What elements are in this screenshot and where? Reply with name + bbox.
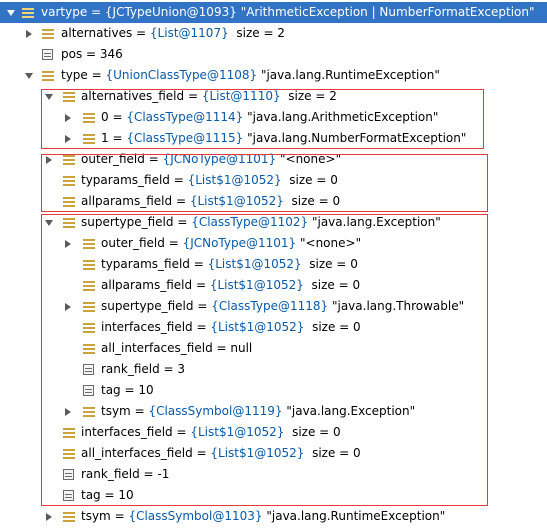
- expand-toggle[interactable]: [46, 513, 52, 521]
- field-icon: [83, 113, 95, 123]
- tree-row-interfaces-field[interactable]: interfaces_field = {List$1@1052} size = …: [0, 422, 547, 443]
- expand-toggle[interactable]: [26, 30, 32, 38]
- tree-row-nested-interfaces-field[interactable]: interfaces_field = {List$1@1052} size = …: [0, 317, 547, 338]
- row-text: interfaces_field = {List$1@1052} size = …: [81, 425, 341, 439]
- field-icon: [42, 71, 54, 81]
- field-icon: [83, 260, 95, 270]
- field-icon: [63, 155, 75, 165]
- expand-toggle[interactable]: [65, 135, 71, 143]
- tree-row-index-1[interactable]: 1 = {ClassType@1115} "java.lang.NumberFo…: [0, 128, 547, 149]
- field-icon: [63, 218, 75, 228]
- tree-row-all-interfaces-field[interactable]: all_interfaces_field = {List$1@1052} siz…: [0, 443, 547, 464]
- row-text: typarams_field = {List$1@1052} size = 0: [101, 257, 358, 271]
- row-text: type = {UnionClassType@1108} "java.lang.…: [61, 68, 440, 82]
- tree-row-nested-rank-field[interactable]: rank_field = 3: [0, 359, 547, 380]
- field-icon: [42, 29, 54, 39]
- expand-toggle[interactable]: [65, 303, 71, 311]
- row-text: rank_field = -1: [81, 467, 170, 481]
- expand-toggle[interactable]: [25, 73, 33, 79]
- expand-toggle[interactable]: [7, 10, 15, 16]
- primitive-icon: [83, 364, 94, 375]
- row-text: tag = 10: [101, 383, 154, 397]
- expand-toggle[interactable]: [65, 114, 71, 122]
- tree-row-typarams-field[interactable]: typarams_field = {List$1@1052} size = 0: [0, 170, 547, 191]
- field-icon: [63, 176, 75, 186]
- tree-row-nested-all-interfaces-field[interactable]: all_interfaces_field = null: [0, 338, 547, 359]
- field-icon: [83, 344, 95, 354]
- expand-toggle[interactable]: [46, 156, 52, 164]
- field-icon: [83, 302, 95, 312]
- expand-toggle[interactable]: [65, 408, 71, 416]
- row-text: all_interfaces_field = null: [101, 341, 253, 355]
- tree-row-rank-field[interactable]: rank_field = -1: [0, 464, 547, 485]
- row-text: alternatives_field = {List@1110} size = …: [81, 89, 337, 103]
- expand-toggle[interactable]: [65, 240, 71, 248]
- tree-row-index-0[interactable]: 0 = {ClassType@1114} "java.lang.Arithmet…: [0, 107, 547, 128]
- tree-row-tag[interactable]: tag = 10: [0, 485, 547, 506]
- row-text: interfaces_field = {List$1@1052} size = …: [101, 320, 361, 334]
- row-text: 0 = {ClassType@1114} "java.lang.Arithmet…: [101, 110, 439, 124]
- tree-row-nested-typarams-field[interactable]: typarams_field = {List$1@1052} size = 0: [0, 254, 547, 275]
- row-text: allparams_field = {List$1@1052} size = 0: [81, 194, 341, 208]
- tree-row-nested-outer-field[interactable]: outer_field = {JCNoType@1101} "<none>": [0, 233, 547, 254]
- field-icon: [63, 92, 75, 102]
- row-text: rank_field = 3: [101, 362, 186, 376]
- tree-row-nested-tsym[interactable]: tsym = {ClassSymbol@1119} "java.lang.Exc…: [0, 401, 547, 422]
- row-text: typarams_field = {List$1@1052} size = 0: [81, 173, 338, 187]
- tree-row-nested-tag[interactable]: tag = 10: [0, 380, 547, 401]
- field-icon: [83, 407, 95, 417]
- primitive-icon: [63, 490, 74, 501]
- field-icon: [63, 512, 75, 522]
- row-text: supertype_field = {ClassType@1118} "java…: [101, 299, 465, 313]
- tree-row-vartype[interactable]: vartype = {JCTypeUnion@1093} "Arithmetic…: [0, 2, 547, 23]
- primitive-icon: [63, 469, 74, 480]
- tree-row-type[interactable]: type = {UnionClassType@1108} "java.lang.…: [0, 65, 547, 86]
- primitive-icon: [83, 385, 94, 396]
- row-text: tsym = {ClassSymbol@1103} "java.lang.Run…: [81, 509, 446, 523]
- field-icon: [83, 239, 95, 249]
- tree-row-outer-field[interactable]: outer_field = {JCNoType@1101} "<none>": [0, 149, 547, 170]
- field-icon: [83, 323, 95, 333]
- field-icon: [63, 197, 75, 207]
- tree-row-nested-supertype-field[interactable]: supertype_field = {ClassType@1118} "java…: [0, 296, 547, 317]
- expand-toggle[interactable]: [45, 94, 53, 100]
- row-text: allparams_field = {List$1@1052} size = 0: [101, 278, 361, 292]
- row-text: all_interfaces_field = {List$1@1052} siz…: [81, 446, 361, 460]
- tree-row-allparams-field[interactable]: allparams_field = {List$1@1052} size = 0: [0, 191, 547, 212]
- row-text: vartype = {JCTypeUnion@1093} "Arithmetic…: [41, 5, 535, 19]
- field-icon: [83, 281, 95, 291]
- tree-row-tsym[interactable]: tsym = {ClassSymbol@1103} "java.lang.Run…: [0, 506, 547, 527]
- tree-row-pos[interactable]: pos = 346: [0, 44, 547, 65]
- row-text: outer_field = {JCNoType@1101} "<none>": [101, 236, 362, 250]
- row-text: supertype_field = {ClassType@1102} "java…: [81, 215, 441, 229]
- expand-toggle[interactable]: [45, 220, 53, 226]
- field-icon: [83, 134, 95, 144]
- field-icon: [22, 8, 34, 18]
- field-icon: [63, 428, 75, 438]
- row-text: tag = 10: [81, 488, 134, 502]
- row-text: alternatives = {List@1107} size = 2: [61, 26, 285, 40]
- tree-row-supertype-field[interactable]: supertype_field = {ClassType@1102} "java…: [0, 212, 547, 233]
- row-text: pos = 346: [61, 47, 123, 61]
- row-text: outer_field = {JCNoType@1101} "<none>": [81, 152, 342, 166]
- tree-row-alternatives-field[interactable]: alternatives_field = {List@1110} size = …: [0, 86, 547, 107]
- row-text: 1 = {ClassType@1115} "java.lang.NumberFo…: [101, 131, 467, 145]
- primitive-icon: [42, 49, 53, 60]
- tree-row-alternatives[interactable]: alternatives = {List@1107} size = 2: [0, 23, 547, 44]
- row-text: tsym = {ClassSymbol@1119} "java.lang.Exc…: [101, 404, 416, 418]
- field-icon: [63, 449, 75, 459]
- tree-row-nested-allparams-field[interactable]: allparams_field = {List$1@1052} size = 0: [0, 275, 547, 296]
